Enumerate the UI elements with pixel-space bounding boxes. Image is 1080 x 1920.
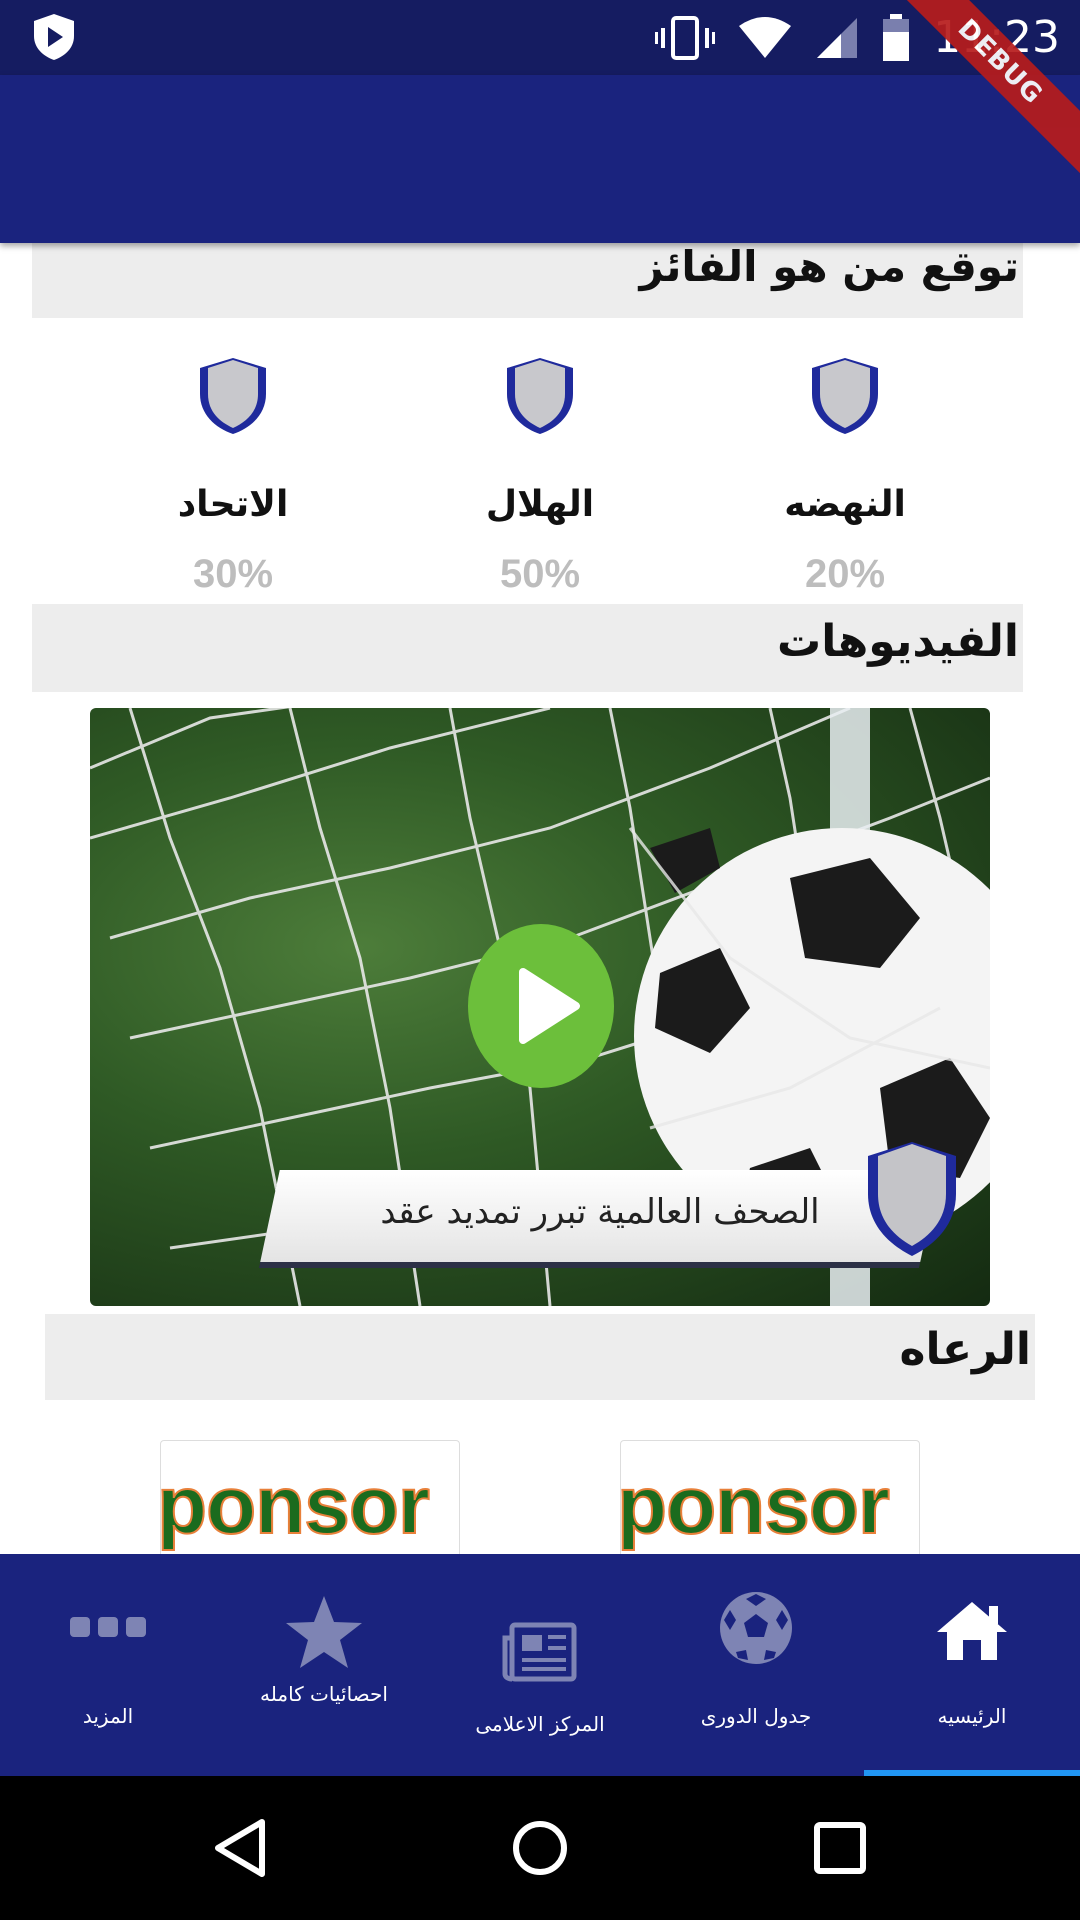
nav-item-league-table[interactable]: جدول الدورى <box>648 1554 864 1776</box>
back-icon[interactable] <box>210 1816 270 1880</box>
nav-label: المزيد <box>82 1704 134 1728</box>
team-shield-icon <box>812 358 878 434</box>
bottom-navigation: المزيد احصائيات كامله المركز الاعلامى جد… <box>0 1554 1080 1776</box>
team-option-hilal[interactable]: الهلال 50% <box>440 356 640 606</box>
star-icon <box>286 1596 362 1668</box>
nav-label: الرئيسيه <box>937 1704 1007 1728</box>
nav-item-home[interactable]: الرئيسيه <box>864 1554 1080 1776</box>
app-shield-icon <box>34 14 74 60</box>
sponsor-card[interactable]: ponsor <box>160 1440 460 1556</box>
sponsor-card[interactable]: ponsor <box>620 1440 920 1556</box>
home-icon <box>937 1602 1007 1660</box>
nav-item-media-center[interactable]: المركز الاعلامى <box>432 1554 648 1776</box>
battery-icon <box>883 13 910 61</box>
nav-label: احصائيات كامله <box>260 1682 388 1706</box>
team-percent: 50% <box>499 552 581 596</box>
team-percent: 20% <box>804 552 886 596</box>
team-name: الهلال <box>485 484 595 525</box>
more-icon <box>70 1617 146 1637</box>
soccer-ball-icon <box>720 1592 792 1664</box>
nav-item-more[interactable]: المزيد <box>0 1554 216 1776</box>
sponsor-logo-text: ponsor <box>620 1459 891 1552</box>
vibrate-icon <box>655 15 716 60</box>
newspaper-icon <box>502 1622 577 1682</box>
team-shield-icon <box>507 358 573 434</box>
nav-label: المركز الاعلامى <box>475 1712 605 1736</box>
recents-icon[interactable] <box>812 1820 868 1876</box>
team-name: الاتحاد <box>177 484 289 525</box>
play-icon <box>519 968 580 1044</box>
team-shield-icon <box>200 358 266 434</box>
team-name: النهضه <box>784 484 906 525</box>
sponsors-section-header: الرعاه <box>45 1314 1035 1400</box>
prediction-section-header: توقع من هو الفائز <box>32 243 1023 318</box>
video-thumbnail[interactable]: الصحف العالمية تبرر تمديد عقد <box>90 708 990 1306</box>
team-option-nahda[interactable]: النهضه 20% <box>745 356 945 606</box>
nav-label: جدول الدورى <box>700 1704 812 1728</box>
play-button[interactable] <box>468 924 614 1088</box>
nav-item-stats[interactable]: احصائيات كامله <box>216 1554 432 1776</box>
sponsors-title: الرعاه <box>899 1324 1031 1375</box>
videos-title: الفيديوهات <box>777 616 1019 667</box>
video-caption: الصحف العالمية تبرر تمديد عقد <box>380 1192 820 1232</box>
signal-icon <box>817 17 858 58</box>
team-option-ittihad[interactable]: الاتحاد 30% <box>133 356 333 606</box>
system-navigation-bar <box>0 1776 1080 1920</box>
wifi-icon <box>739 16 792 58</box>
caption-shield-icon <box>868 1142 956 1256</box>
team-percent: 30% <box>192 552 274 596</box>
prediction-title: توقع من هو الفائز <box>639 242 1019 291</box>
active-tab-indicator <box>864 1770 1080 1776</box>
videos-section-header: الفيديوهات <box>32 604 1023 692</box>
sponsor-logo-text: ponsor <box>160 1459 431 1552</box>
home-circle-icon[interactable] <box>510 1818 570 1878</box>
app-bar <box>0 75 1080 243</box>
